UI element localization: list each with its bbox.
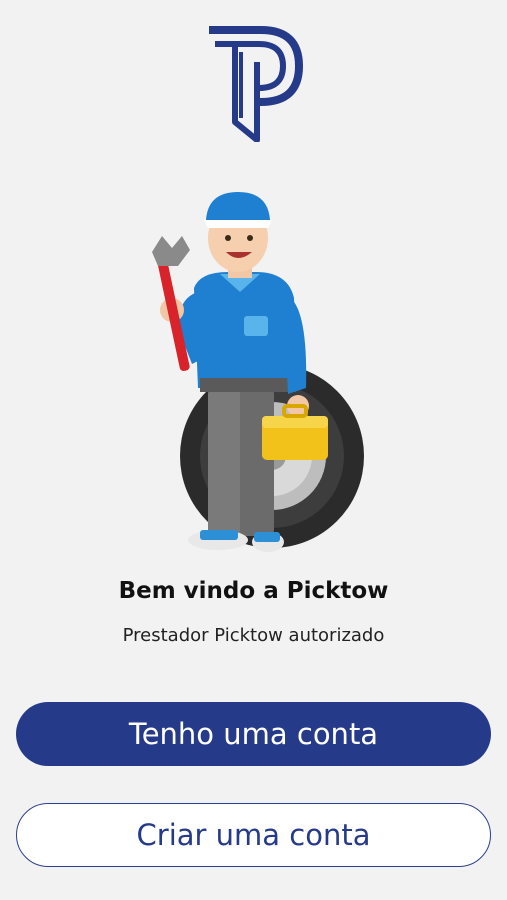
signup-button[interactable]: Criar uma conta bbox=[16, 803, 491, 867]
welcome-subtitle: Prestador Picktow autorizado bbox=[122, 625, 385, 646]
welcome-title: Bem vindo a Picktow bbox=[118, 578, 389, 604]
signup-button-label: Criar uma conta bbox=[136, 818, 371, 852]
login-button[interactable]: Tenho uma conta bbox=[16, 702, 491, 766]
picktow-logo-icon bbox=[201, 26, 305, 143]
login-button-label: Tenho uma conta bbox=[128, 717, 379, 751]
mechanic-illustration bbox=[138, 188, 370, 556]
